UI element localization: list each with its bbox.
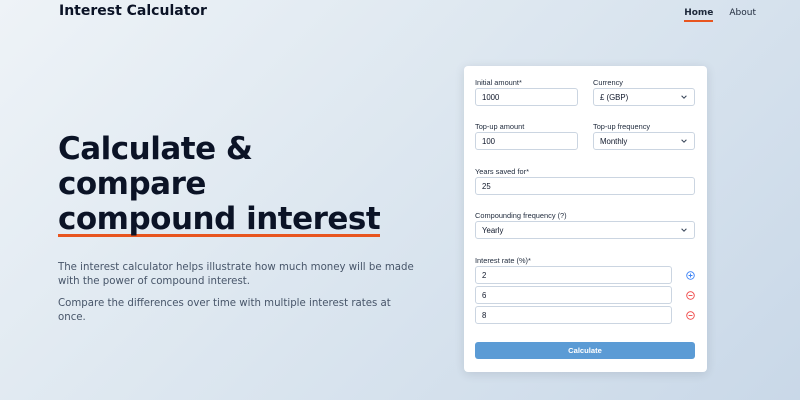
- hero-description-2: Compare the differences over time with m…: [58, 298, 391, 323]
- compounding-value: Yearly: [482, 225, 504, 235]
- compounding-select[interactable]: Yearly: [475, 221, 695, 239]
- topup-frequency-label: Top-up frequency: [593, 122, 651, 131]
- hero-title: Calculate & compare compound interest: [58, 132, 438, 237]
- topup-frequency-select[interactable]: Monthly: [593, 132, 695, 150]
- currency-label: Currency: [593, 78, 623, 87]
- hero-description: The interest calculator helps illustrate…: [58, 261, 418, 333]
- interest-rate-input-1[interactable]: 2: [475, 266, 672, 284]
- interest-rate-value-1: 2: [482, 270, 487, 280]
- compounding-label: Compounding frequency (?): [475, 211, 567, 220]
- remove-rate-button[interactable]: [685, 310, 695, 320]
- initial-amount-input[interactable]: 1000: [475, 88, 578, 106]
- minus-circle-icon: [685, 310, 695, 320]
- chevron-down-icon: [681, 228, 687, 232]
- plus-circle-icon: [685, 270, 695, 280]
- currency-select[interactable]: £ (GBP): [593, 88, 695, 106]
- topup-amount-input[interactable]: 100: [475, 132, 578, 150]
- app-title: Interest Calculator: [59, 3, 207, 19]
- years-value: 25: [482, 181, 491, 191]
- interest-rate-input-3[interactable]: 8: [475, 306, 672, 324]
- topup-amount-value: 100: [482, 136, 496, 146]
- hero-description-1: The interest calculator helps illustrate…: [58, 262, 414, 287]
- interest-rate-input-2[interactable]: 6: [475, 286, 672, 304]
- interest-rate-value-2: 6: [482, 290, 487, 300]
- chevron-down-icon: [681, 95, 687, 99]
- hero-title-line-2: compare: [58, 166, 206, 202]
- topup-amount-label: Top-up amount: [475, 122, 525, 131]
- add-rate-button[interactable]: [685, 270, 695, 280]
- years-label: Years saved for*: [475, 167, 529, 176]
- hero-title-line-3: compound interest: [58, 201, 381, 237]
- nav-home-link[interactable]: Home: [684, 8, 714, 22]
- calculate-button[interactable]: Calculate: [475, 342, 695, 359]
- topup-frequency-value: Monthly: [600, 136, 628, 146]
- minus-circle-icon: [685, 290, 695, 300]
- interest-rate-value-3: 8: [482, 310, 487, 320]
- top-nav: Home About: [684, 8, 756, 22]
- initial-amount-value: 1000: [482, 92, 500, 102]
- nav-about-link[interactable]: About: [729, 8, 756, 22]
- calculator-form: Initial amount* 1000 Currency £ (GBP) To…: [464, 66, 707, 372]
- remove-rate-button[interactable]: [685, 290, 695, 300]
- interest-rate-label: Interest rate (%)*: [475, 256, 531, 265]
- years-input[interactable]: 25: [475, 177, 695, 195]
- initial-amount-label: Initial amount*: [475, 78, 522, 87]
- currency-value: £ (GBP): [600, 92, 629, 102]
- hero-title-line-1: Calculate &: [58, 131, 253, 167]
- chevron-down-icon: [681, 139, 687, 143]
